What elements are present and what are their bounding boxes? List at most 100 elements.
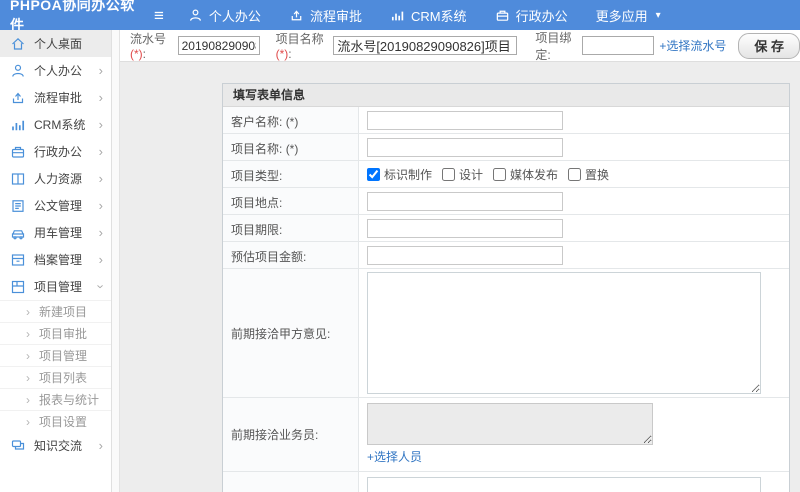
- book-icon: [10, 171, 26, 187]
- checkbox-label[interactable]: 标识制作: [384, 166, 432, 183]
- salesperson-textarea[interactable]: [367, 403, 653, 445]
- caret-down-icon: ▾: [655, 9, 661, 21]
- sidebar-item-desktop[interactable]: 个人桌面: [0, 30, 111, 57]
- form-row-project-location: 项目地点:: [223, 188, 789, 215]
- form-row-project-type: 项目类型: 标识制作 设计 媒体发布 置换: [223, 161, 789, 188]
- top-navigation: 个人办公 流程审批 CRM系统 行政办公 更多应用 ▾: [188, 6, 661, 25]
- checkbox-design[interactable]: [442, 167, 456, 181]
- checkbox-label[interactable]: 置换: [585, 166, 609, 183]
- project-duration-input[interactable]: [367, 218, 563, 238]
- chevron-right-icon: ›: [98, 438, 103, 453]
- select-person-link[interactable]: +选择人员: [367, 448, 422, 465]
- sidebar: 个人桌面 个人办公 › 流程审批 › CRM系统 › 行政办公 › 人力资源 ›…: [0, 30, 112, 492]
- required-mark: (*): [275, 47, 289, 61]
- briefcase-icon: [495, 8, 510, 23]
- field-label: 项目名称: (*): [223, 134, 359, 160]
- select-serial-link[interactable]: +选择流水号: [659, 37, 726, 54]
- required-mark: (*): [130, 47, 143, 61]
- project-name-field-input[interactable]: [367, 137, 563, 157]
- bottom-textarea[interactable]: [367, 477, 761, 492]
- serial-number-input[interactable]: [177, 36, 260, 55]
- bar-chart-icon: [10, 117, 26, 133]
- estimated-amount-input[interactable]: [367, 245, 563, 265]
- nav-admin-office[interactable]: 行政办公: [495, 6, 568, 25]
- nav-personal-office[interactable]: 个人办公: [188, 6, 261, 25]
- field-label: 项目期限:: [223, 215, 359, 241]
- customer-name-input[interactable]: [367, 110, 563, 130]
- required-mark: (*): [285, 142, 299, 156]
- form-row-project-name: 项目名称: (*): [223, 134, 789, 161]
- field-label: 项目地点:: [223, 188, 359, 214]
- project-location-input[interactable]: [367, 191, 563, 211]
- field-label: 预估项目金额:: [223, 242, 359, 268]
- sidebar-scrollbar[interactable]: [112, 30, 120, 492]
- arrow-right-icon: ›: [26, 326, 30, 341]
- chevron-down-icon: ›: [93, 284, 109, 289]
- chat-icon: [10, 438, 26, 454]
- field-label: 前期接洽业务员:: [223, 398, 359, 471]
- bar-chart-icon: [390, 8, 405, 23]
- sidebar-item-project-management[interactable]: 项目管理 ›: [0, 273, 111, 300]
- user-icon: [188, 8, 203, 23]
- sidebar-subitem-project-management[interactable]: › 项目管理: [0, 344, 111, 366]
- sidebar-item-admin-office[interactable]: 行政办公 ›: [0, 138, 111, 165]
- chevron-right-icon: ›: [98, 171, 103, 186]
- sidebar-item-knowledge[interactable]: 知识交流 ›: [0, 432, 111, 459]
- checkbox-replacement[interactable]: [568, 167, 582, 181]
- client-opinion-textarea[interactable]: [367, 272, 761, 394]
- field-label: 项目类型:: [223, 161, 359, 187]
- action-bar: 流水号(*): 项目名称(*): 项目绑定: +选择流水号 保 存: [120, 30, 800, 62]
- sidebar-item-personal-office[interactable]: 个人办公 ›: [0, 57, 111, 84]
- save-button[interactable]: 保 存: [738, 32, 800, 59]
- user-icon: [10, 63, 26, 79]
- arrow-right-icon: ›: [26, 304, 30, 319]
- chevron-right-icon: ›: [98, 117, 103, 132]
- serial-number-label: 流水号(*):: [130, 32, 167, 61]
- required-mark: (*): [285, 115, 299, 129]
- main-area: 流水号(*): 项目名称(*): 项目绑定: +选择流水号 保 存 填写表单信息…: [120, 30, 800, 492]
- home-icon: [10, 36, 26, 52]
- field-label: 前期接洽甲方意见:: [223, 269, 359, 397]
- workflow-icon: [10, 90, 26, 106]
- chevron-right-icon: ›: [98, 144, 103, 159]
- sidebar-item-archives[interactable]: 档案管理 ›: [0, 246, 111, 273]
- form-panel: 填写表单信息 客户名称: (*) 项目名称: (*) 项目类型: 标识制作 设计…: [222, 83, 790, 492]
- form-panel-title: 填写表单信息: [223, 84, 789, 107]
- field-label: 客户名称: (*): [223, 107, 359, 133]
- sidebar-subitem-project-approval[interactable]: › 项目审批: [0, 322, 111, 344]
- checkbox-label[interactable]: 设计: [459, 166, 483, 183]
- project-name-input[interactable]: [333, 36, 518, 55]
- nav-more-apps[interactable]: 更多应用 ▾: [596, 6, 661, 25]
- menu-toggle-icon[interactable]: ≡: [154, 7, 164, 24]
- arrow-right-icon: ›: [26, 370, 30, 385]
- workflow-icon: [289, 8, 304, 23]
- arrow-right-icon: ›: [26, 414, 30, 429]
- form-row-salesperson: 前期接洽业务员: +选择人员: [223, 398, 789, 472]
- document-icon: [10, 198, 26, 214]
- sidebar-item-official-docs[interactable]: 公文管理 ›: [0, 192, 111, 219]
- arrow-right-icon: ›: [26, 348, 30, 363]
- archive-icon: [10, 252, 26, 268]
- sidebar-subitem-reports-statistics[interactable]: › 报表与统计: [0, 388, 111, 410]
- sidebar-item-workflow-approval[interactable]: 流程审批 ›: [0, 84, 111, 111]
- project-name-label: 项目名称(*):: [275, 32, 324, 61]
- sidebar-item-hr[interactable]: 人力资源 ›: [0, 165, 111, 192]
- project-bind-input[interactable]: [582, 36, 655, 55]
- content-area: 填写表单信息 客户名称: (*) 项目名称: (*) 项目类型: 标识制作 设计…: [120, 62, 800, 492]
- sidebar-item-vehicle[interactable]: 用车管理 ›: [0, 219, 111, 246]
- project-bind-label: 项目绑定:: [535, 30, 572, 62]
- sidebar-subitem-new-project[interactable]: › 新建项目: [0, 300, 111, 322]
- checkbox-media-release[interactable]: [493, 167, 507, 181]
- sidebar-item-crm[interactable]: CRM系统 ›: [0, 111, 111, 138]
- app-header: PHPOA协同办公软件 ≡ 个人办公 流程审批 CRM系统 行政办公 更多应用 …: [0, 0, 800, 33]
- chevron-right-icon: ›: [98, 252, 103, 267]
- checkbox-sign-production[interactable]: [367, 167, 380, 181]
- chevron-right-icon: ›: [98, 63, 103, 78]
- checkbox-label[interactable]: 媒体发布: [510, 166, 558, 183]
- form-row-project-duration: 项目期限:: [223, 215, 789, 242]
- sidebar-subitem-project-list[interactable]: › 项目列表: [0, 366, 111, 388]
- nav-crm-system[interactable]: CRM系统: [390, 6, 467, 25]
- nav-workflow-approval[interactable]: 流程审批: [289, 6, 362, 25]
- sidebar-subitem-project-settings[interactable]: › 项目设置: [0, 410, 111, 432]
- form-row-customer-name: 客户名称: (*): [223, 107, 789, 134]
